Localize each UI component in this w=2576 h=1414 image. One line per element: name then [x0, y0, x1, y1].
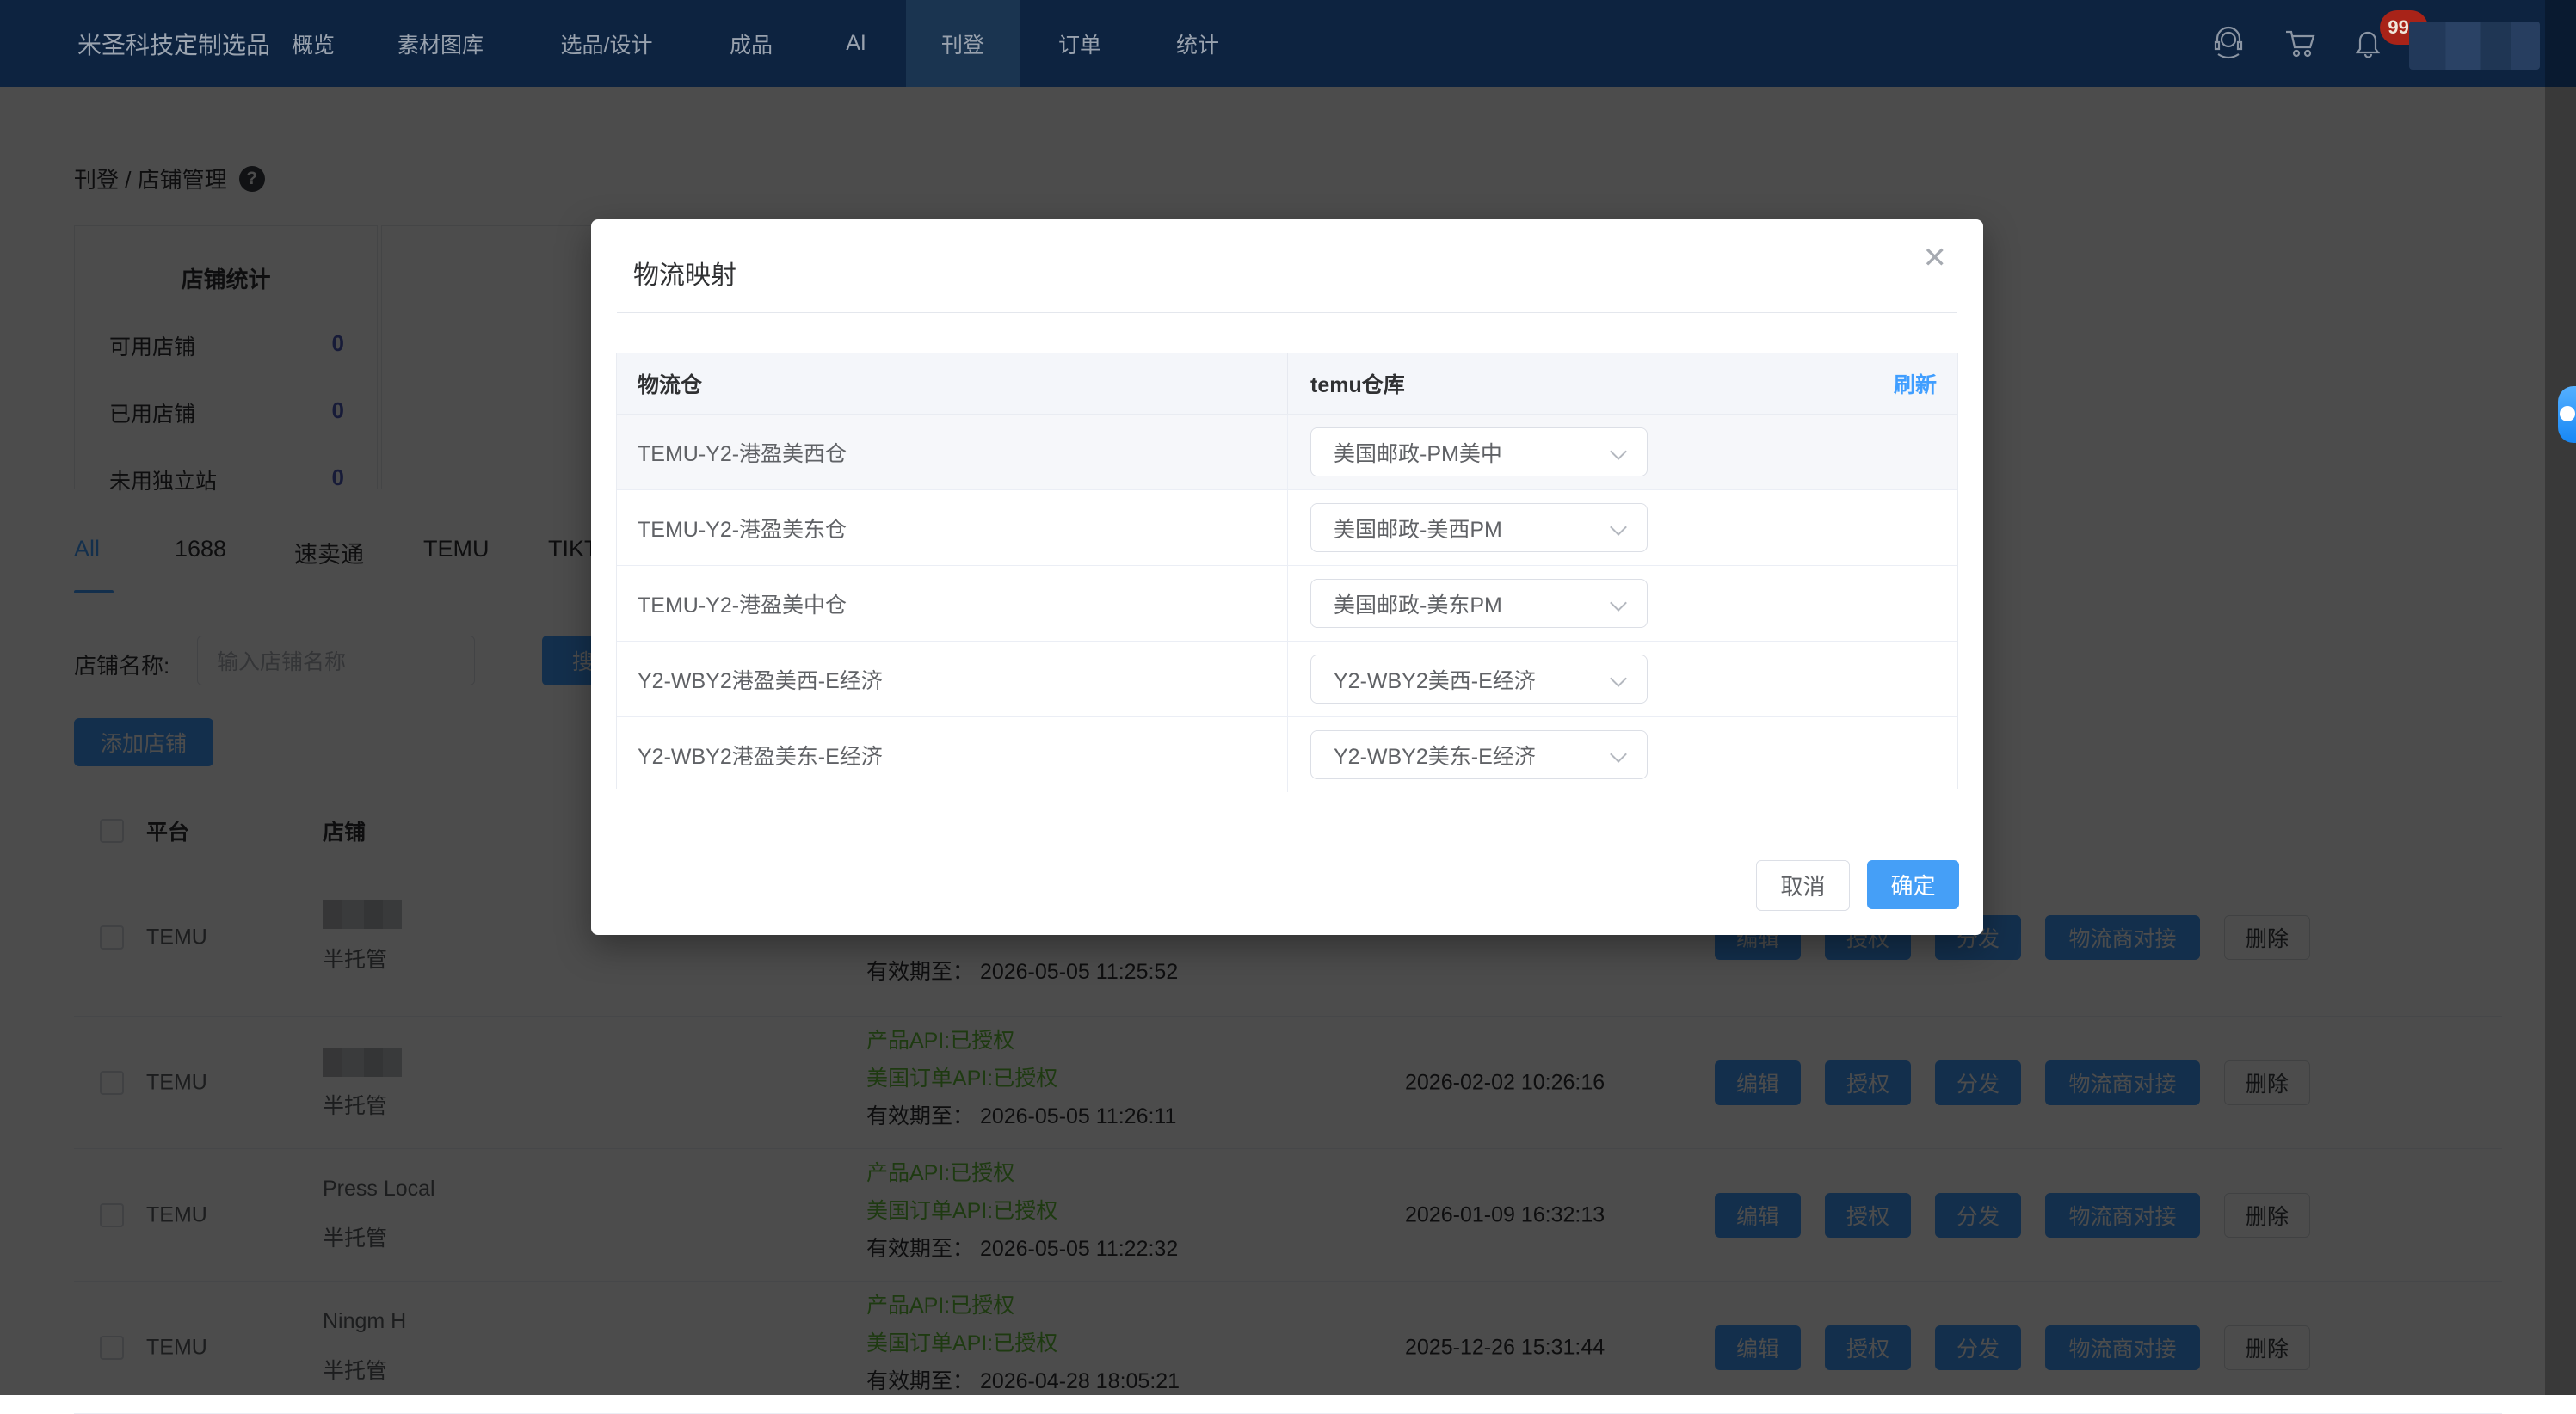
temu-warehouse-select[interactable]: 美国邮政-美西PM [1310, 503, 1648, 552]
temu-warehouse-select[interactable]: Y2-WBY2美西-E经济 [1310, 655, 1648, 704]
mapping-table-header: 物流仓 temu仓库 刷新 [617, 354, 1957, 415]
column-divider [1287, 566, 1288, 641]
chevron-down-icon [1610, 594, 1627, 612]
mapping-row: Y2-WBY2港盈美东-E经济 Y2-WBY2美东-E经济 [617, 717, 1957, 792]
warehouse-name: TEMU-Y2-港盈美西仓 [638, 437, 847, 468]
column-divider [1287, 490, 1288, 565]
close-icon[interactable]: ✕ [1923, 243, 1948, 273]
confirm-button[interactable]: 确定 [1867, 860, 1959, 909]
side-drawer-handle[interactable] [2558, 386, 2576, 443]
nav-item-stats[interactable]: 统计 [1176, 0, 1219, 87]
warehouse-name: TEMU-Y2-港盈美东仓 [638, 513, 847, 544]
cart-icon[interactable] [2279, 23, 2319, 63]
warehouse-name: Y2-WBY2港盈美东-E经济 [638, 740, 883, 771]
selected-option: 美国邮政-美西PM [1334, 513, 1502, 544]
selected-option: 美国邮政-美东PM [1334, 588, 1502, 619]
col-temu-warehouse: temu仓库 [1310, 368, 1405, 399]
chevron-down-icon [1610, 746, 1627, 763]
temu-warehouse-select[interactable]: Y2-WBY2美东-E经济 [1310, 730, 1648, 779]
scrollbar-track[interactable] [2545, 0, 2576, 1395]
cancel-button[interactable]: 取消 [1756, 860, 1850, 911]
mapping-row: TEMU-Y2-港盈美中仓 美国邮政-美东PM [617, 566, 1957, 642]
chevron-down-icon [1610, 443, 1627, 460]
selected-option: Y2-WBY2美西-E经济 [1334, 664, 1536, 695]
col-logistics-warehouse: 物流仓 [638, 368, 702, 399]
warehouse-name: Y2-WBY2港盈美西-E经济 [638, 664, 883, 695]
nav-item-design[interactable]: 选品/设计 [561, 0, 653, 87]
selected-option: 美国邮政-PM美中 [1334, 437, 1502, 468]
nav-item-assets[interactable]: 素材图库 [397, 0, 484, 87]
brand-logo-text[interactable]: 米圣科技定制选品 [77, 0, 270, 87]
refresh-link[interactable]: 刷新 [1894, 368, 1937, 399]
nav-item-products[interactable]: 成品 [730, 0, 773, 87]
mapping-row: TEMU-Y2-港盈美东仓 美国邮政-美西PM [617, 490, 1957, 566]
chevron-down-icon [1610, 519, 1627, 536]
chevron-down-icon [1610, 670, 1627, 687]
support-headset-icon[interactable] [2209, 23, 2248, 63]
temu-warehouse-select[interactable]: 美国邮政-PM美中 [1310, 427, 1648, 476]
nav-item-ai[interactable]: AI [846, 0, 866, 87]
mapping-table: 物流仓 temu仓库 刷新 TEMU-Y2-港盈美西仓 美国邮政-PM美中 TE… [616, 353, 1958, 789]
dialog-title: 物流映射 [633, 254, 736, 292]
temu-warehouse-select[interactable]: 美国邮政-美东PM [1310, 579, 1648, 628]
mapping-row: Y2-WBY2港盈美西-E经济 Y2-WBY2美西-E经济 [617, 642, 1957, 717]
top-nav-bar: 米圣科技定制选品 概览 素材图库 选品/设计 成品 AI 刊登 订单 统计 99… [0, 0, 2576, 87]
column-divider [1287, 642, 1288, 716]
column-divider [1287, 717, 1288, 792]
nav-item-overview[interactable]: 概览 [292, 0, 335, 87]
warehouse-name: TEMU-Y2-港盈美中仓 [638, 588, 847, 619]
dialog-header-divider [617, 312, 1957, 313]
selected-option: Y2-WBY2美东-E经济 [1334, 740, 1536, 771]
username-redacted[interactable] [2409, 22, 2540, 70]
mapping-row: TEMU-Y2-港盈美西仓 美国邮政-PM美中 [617, 415, 1957, 490]
dialog-footer: 取消 确定 [1756, 860, 1959, 911]
nav-item-orders[interactable]: 订单 [1058, 0, 1101, 87]
nav-item-publish[interactable]: 刊登 [941, 0, 984, 87]
column-divider [1287, 354, 1288, 414]
logistics-mapping-dialog: 物流映射 ✕ 物流仓 temu仓库 刷新 TEMU-Y2-港盈美西仓 美国邮政-… [591, 219, 1983, 935]
column-divider [1287, 415, 1288, 489]
